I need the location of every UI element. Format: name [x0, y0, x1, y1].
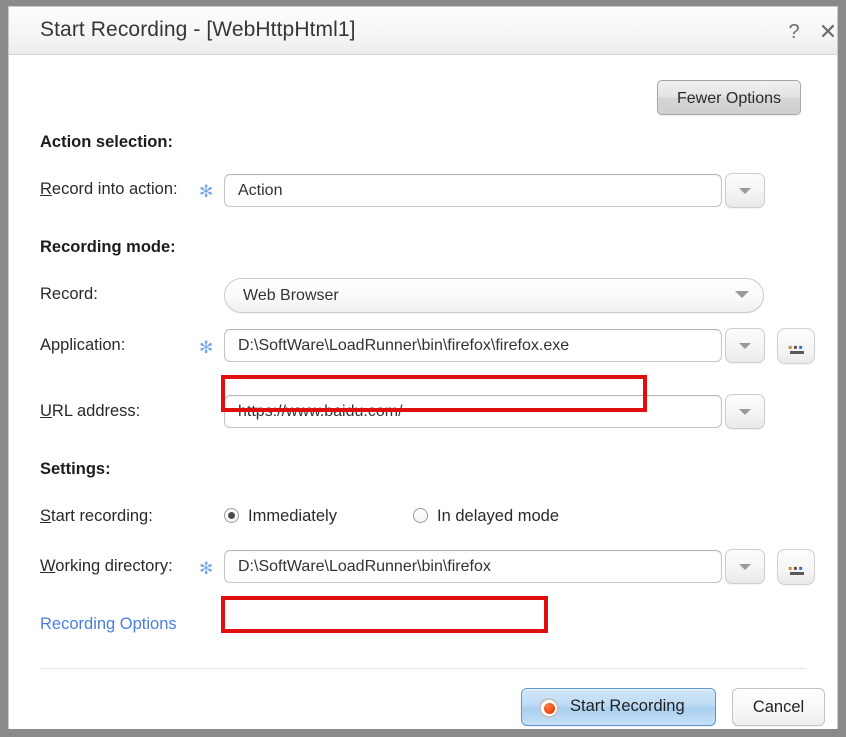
start-recording-label: Start recording:: [40, 507, 153, 526]
working-directory-browse-button[interactable]: ▪▪▪: [777, 549, 815, 585]
browse-icon-bar: [790, 572, 804, 575]
record-dot-icon: [539, 698, 559, 718]
url-address-input[interactable]: https://www.baidu.com/: [224, 395, 722, 428]
working-directory-label: Working directory:: [40, 557, 173, 576]
title-bar: Start Recording - [WebHttpHtml1] ? ✕: [9, 7, 837, 55]
help-icon[interactable]: ?: [781, 19, 807, 45]
cancel-button[interactable]: Cancel: [732, 688, 825, 726]
required-marker: ✻: [199, 559, 214, 578]
application-dropdown-button[interactable]: [725, 328, 765, 363]
required-marker: ✻: [199, 338, 214, 357]
section-heading-action-selection: Action selection:: [40, 133, 173, 151]
accelerator-letter: R: [40, 180, 52, 198]
ellipsis-browse-icon: ▪▪▪: [788, 561, 804, 575]
radio-option-in-delayed-mode[interactable]: In delayed mode: [413, 507, 559, 526]
radio-label: In delayed mode: [437, 507, 560, 525]
section-heading-settings: Settings:: [40, 460, 111, 478]
start-recording-button[interactable]: Start Recording: [521, 688, 716, 726]
chevron-down-icon[interactable]: [735, 291, 749, 298]
url-address-label: URL address:: [40, 402, 140, 421]
accelerator-letter: W: [40, 557, 56, 575]
radio-label: Immediately: [248, 507, 337, 525]
working-directory-dropdown-button[interactable]: [725, 549, 765, 584]
application-path-input[interactable]: D:\SoftWare\LoadRunner\bin\firefox\firef…: [224, 329, 722, 362]
record-into-action-input[interactable]: Action: [224, 174, 722, 207]
required-marker: ✻: [199, 182, 214, 201]
footer-separator: [40, 668, 806, 669]
label-rest: tart recording:: [51, 507, 153, 525]
fewer-options-button[interactable]: Fewer Options: [657, 80, 801, 115]
dialog-inner-frame: Start Recording - [WebHttpHtml1] ? ✕ Few…: [8, 6, 838, 729]
accelerator-letter: S: [40, 507, 52, 525]
browse-icon-bar: [790, 351, 804, 354]
dialog-body: Fewer Options Action selection: Record i…: [9, 55, 837, 729]
radio-dot-icon: [413, 508, 428, 523]
ellipsis-browse-icon: ▪▪▪: [788, 340, 804, 354]
application-label: Application:: [40, 336, 126, 354]
start-recording-dialog: Start Recording - [WebHttpHtml1] ? ✕ Few…: [0, 0, 846, 737]
start-recording-button-label: Start Recording: [570, 697, 685, 715]
application-browse-button[interactable]: ▪▪▪: [777, 328, 815, 364]
record-label: Record:: [40, 285, 98, 303]
label-rest: orking directory:: [55, 557, 173, 575]
label-rest: ecord into action:: [51, 180, 178, 198]
record-into-action-label: Record into action:: [40, 180, 178, 199]
section-heading-recording-mode: Recording mode:: [40, 238, 176, 256]
url-address-dropdown-button[interactable]: [725, 394, 765, 429]
record-mode-combobox[interactable]: Web Browser: [224, 278, 764, 313]
label-rest: RL address:: [51, 402, 141, 420]
close-icon[interactable]: ✕: [815, 19, 838, 45]
radio-option-immediately[interactable]: Immediately: [224, 507, 337, 526]
accelerator-letter: U: [40, 402, 52, 420]
working-directory-input[interactable]: D:\SoftWare\LoadRunner\bin\firefox: [224, 550, 722, 583]
recording-options-link[interactable]: Recording Options: [40, 615, 177, 634]
radio-dot-icon: [224, 508, 239, 523]
dialog-title: Start Recording - [WebHttpHtml1]: [40, 18, 356, 41]
annotation-highlight-working-directory: [221, 596, 548, 633]
record-into-action-dropdown-button[interactable]: [725, 173, 765, 208]
